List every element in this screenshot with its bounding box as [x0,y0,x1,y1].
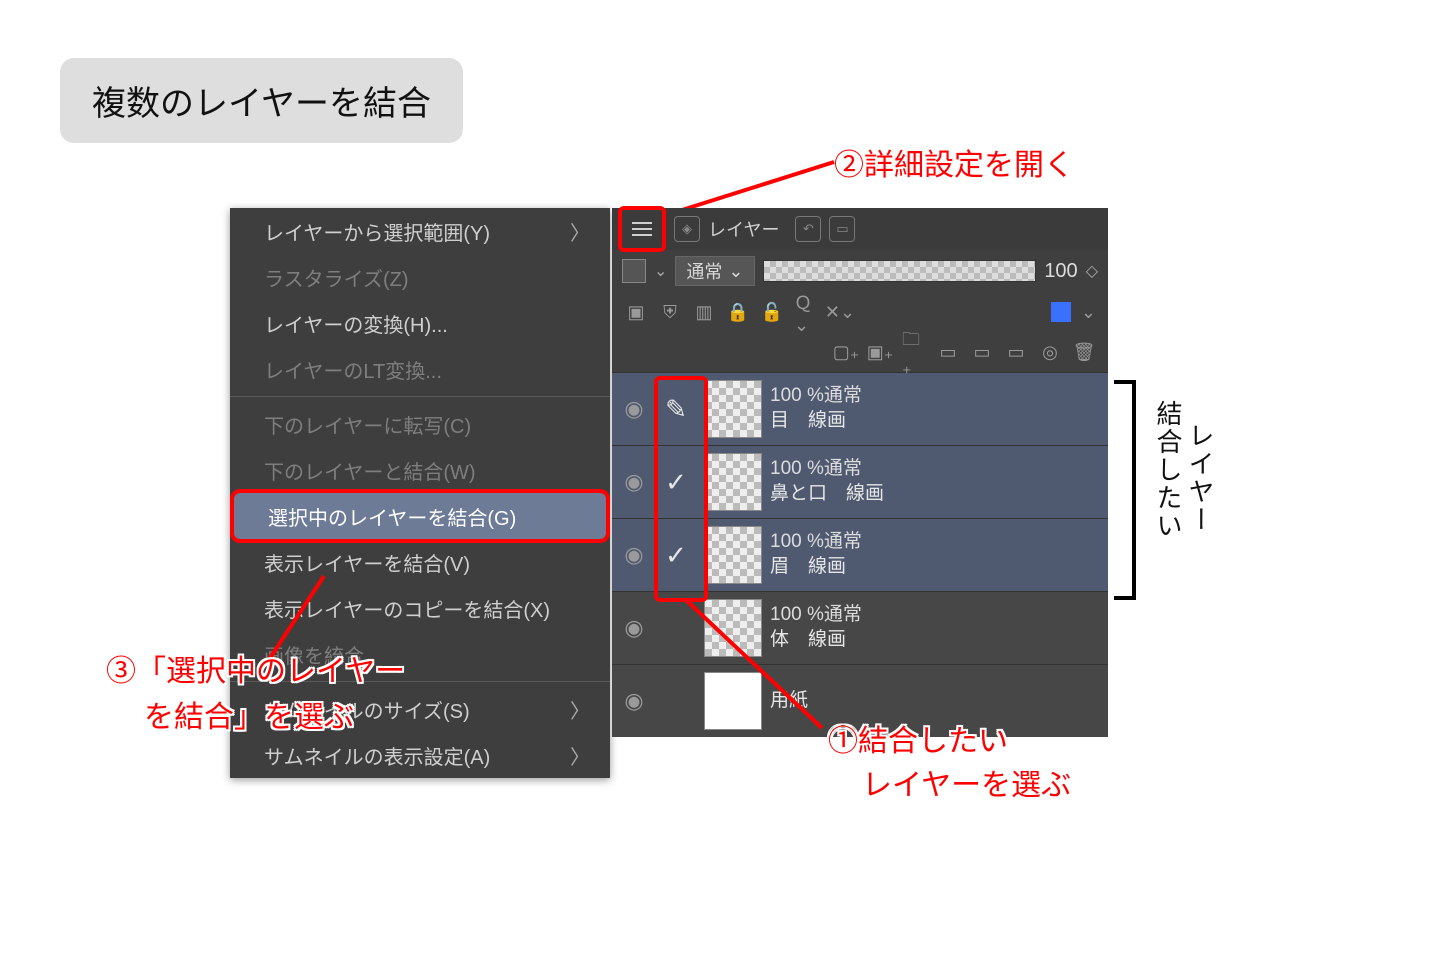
reset-icon[interactable]: Ｑ⌄ [794,300,818,324]
chevron-right-icon: 〉 [570,695,590,724]
visibility-icon[interactable]: ◉ [612,396,656,422]
layer-row[interactable]: ◉ ✓ 100 %通常鼻と口 線画 [612,445,1108,518]
menu-item[interactable]: レイヤーから選択範囲(Y)〉 [230,208,610,254]
page-title: 複数のレイヤーを結合 [60,58,463,143]
panel-tab-label: レイヤー [708,216,779,242]
edit-mark-empty [656,599,696,657]
color-swatch[interactable] [622,259,646,283]
layer-row[interactable]: ◉ 100 %通常体 線画 [612,591,1108,664]
new-layer2-icon[interactable]: ▣₊ [868,340,892,364]
edit-mark-empty [656,672,696,730]
layer-panel: ◈ レイヤー ↶ ▭ ⌄ 通常⌄ 100 ◇ ▣ ⛨ ▥ 🔒 🔓 Ｑ⌄ ✕⌄ ⌄… [612,208,1108,737]
spinner-icon[interactable]: ◇ [1086,261,1098,281]
menu-item-merge-selected[interactable]: 選択中のレイヤーを結合(G) [234,493,606,539]
layer-thumbnail [704,672,762,730]
new-folder-icon[interactable]: 🗀₊ [902,340,926,364]
bracket [1114,380,1136,600]
ref-icon[interactable]: ⛨ [658,300,682,324]
opacity-value: 100 [1044,260,1077,283]
square-icon[interactable]: ▥ [692,300,716,324]
layer-thumbnail [704,526,762,584]
menu-item: 下のレイヤーに転写(C) [230,401,610,447]
annotation-pick-layers-1: ①結合したい [828,716,1008,760]
panel-menu-icon[interactable] [618,206,666,252]
edit-mark-check-icon: ✓ [656,453,696,511]
annotation-open-settings: ②詳細設定を開く [834,140,1074,184]
trash-icon[interactable]: 🗑 [1072,340,1096,364]
frame-icon-4[interactable]: ◎ [1038,340,1062,364]
frame-icon-1[interactable]: ▭ [936,340,960,364]
visibility-icon[interactable]: ◉ [612,542,656,568]
annotation-select-merge-2: を結合」を選ぶ [144,692,354,736]
blend-mode-dropdown[interactable]: 通常⌄ [675,256,754,286]
panel-tool-row-1: ▣ ⛨ ▥ 🔒 🔓 Ｑ⌄ ✕⌄ ⌄ [612,292,1108,332]
edit-mark-pencil-icon: ✎ [656,380,696,438]
lock-icon[interactable]: 🔒 [726,300,750,324]
menu-item: 下のレイヤーと結合(W) [230,447,610,493]
menu-item: レイヤーのLT変換... [230,346,610,392]
chevron-down-icon[interactable]: ⌄ [654,261,667,281]
layer-thumbnail [704,453,762,511]
layer-thumbnail [704,599,762,657]
menu-separator [230,396,610,397]
annotation-select-merge-1: ③「選択中のレイヤー [106,646,405,690]
fx-icon[interactable]: ✕⌄ [828,300,852,324]
visibility-icon[interactable]: ◉ [612,469,656,495]
layers-list: ◉ ✎ 100 %通常目 線画 ◉ ✓ 100 %通常鼻と口 線画 ◉ ✓ 10… [612,372,1108,737]
frame-icon-2[interactable]: ▭ [970,340,994,364]
menu-item[interactable]: サムネイルの表示設定(A)〉 [230,732,610,778]
layer-thumbnail [704,380,762,438]
panel-blend-row: ⌄ 通常⌄ 100 ◇ [612,250,1108,292]
edit-mark-check-icon: ✓ [656,526,696,584]
side-label-2: レイヤー [1182,422,1219,534]
chevron-right-icon: 〉 [570,741,590,770]
opacity-slider[interactable] [763,260,1037,282]
lock-alpha-icon[interactable]: 🔓 [760,300,784,324]
layer-row[interactable]: ◉ ✎ 100 %通常目 線画 [612,372,1108,445]
panel-tool-row-2: ▢₊ ▣₊ 🗀₊ ▭ ▭ ▭ ◎ 🗑 [612,332,1108,372]
menu-item[interactable]: 表示レイヤーを結合(V) [230,539,610,585]
frame-icon-3[interactable]: ▭ [1004,340,1028,364]
clip-icon[interactable]: ▭ [829,216,855,242]
panel-titlebar: ◈ レイヤー ↶ ▭ [612,208,1108,250]
menu-item: ラスタライズ(Z) [230,254,610,300]
visibility-icon[interactable]: ◉ [612,688,656,714]
visibility-icon[interactable]: ◉ [612,615,656,641]
stack-icon: ◈ [674,216,700,242]
color-chip[interactable] [1051,302,1071,322]
annotation-pick-layers-2: レイヤーを選ぶ [862,760,1071,804]
new-layer-icon[interactable]: ▢₊ [834,340,858,364]
undo-icon[interactable]: ↶ [795,216,821,242]
layer-row[interactable]: ◉ ✓ 100 %通常眉 線画 [612,518,1108,591]
menu-item[interactable]: 表示レイヤーのコピーを結合(X) [230,585,610,631]
chevron-right-icon: 〉 [570,217,590,246]
menu-item[interactable]: レイヤーの変換(H)... [230,300,610,346]
clip-mask-icon[interactable]: ▣ [624,300,648,324]
chevron-down-icon[interactable]: ⌄ [1081,302,1096,323]
